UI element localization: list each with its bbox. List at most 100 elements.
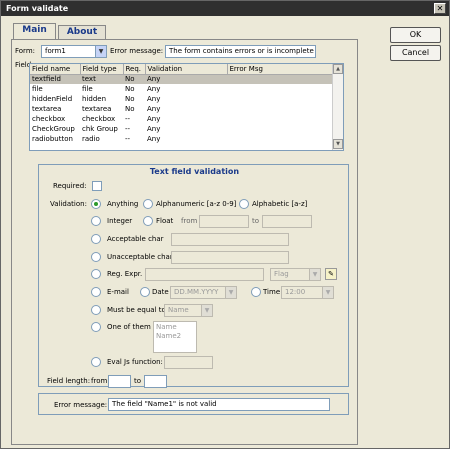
date-radio[interactable] bbox=[140, 287, 150, 297]
close-button[interactable]: ✕ bbox=[434, 3, 446, 14]
float-from-input[interactable] bbox=[199, 215, 249, 228]
field-length-to-input[interactable] bbox=[144, 375, 167, 388]
unacceptable-char-radio[interactable] bbox=[91, 252, 101, 262]
table-row[interactable]: checkbox checkbox -- Any bbox=[30, 114, 333, 124]
table-row[interactable]: file file No Any bbox=[30, 84, 333, 94]
field-length-from-label: from bbox=[91, 377, 108, 385]
grid-header: Field name Field type Req. Validation Er… bbox=[30, 64, 334, 75]
list-item[interactable]: Name bbox=[156, 323, 194, 332]
cell: text bbox=[80, 74, 123, 84]
field-length-from-input[interactable] bbox=[108, 375, 131, 388]
fields-grid: Field name Field type Req. Validation Er… bbox=[29, 63, 344, 151]
title-bar: Form validate ✕ bbox=[1, 1, 449, 16]
one-of-listbox[interactable]: Name Name2 bbox=[153, 321, 197, 353]
column-header[interactable]: Error Msg bbox=[227, 64, 334, 75]
cell: Any bbox=[147, 85, 161, 93]
regexp-builder-icon[interactable]: ✎ bbox=[325, 268, 337, 280]
acceptable-char-label: Acceptable char bbox=[107, 235, 164, 243]
integer-radio[interactable] bbox=[91, 216, 101, 226]
anything-label: Anything bbox=[107, 200, 139, 208]
alphabetic-radio[interactable] bbox=[239, 199, 249, 209]
field-error-input[interactable]: The field "Name1" is not valid bbox=[108, 398, 330, 411]
cell: Any bbox=[147, 135, 161, 143]
chevron-down-icon: ▼ bbox=[322, 287, 333, 298]
cell: checkbox bbox=[82, 115, 116, 123]
cell: textfield bbox=[30, 74, 80, 84]
acceptable-char-input[interactable] bbox=[171, 233, 289, 246]
integer-label: Integer bbox=[107, 217, 133, 225]
cell: textarea bbox=[82, 105, 112, 113]
flag-select[interactable]: Flag ▼ bbox=[270, 268, 321, 281]
equal-radio[interactable] bbox=[91, 305, 101, 315]
tab-main[interactable]: Main bbox=[13, 23, 56, 40]
cell: Any bbox=[147, 125, 161, 133]
table-row[interactable]: radiobutton radio -- Any bbox=[30, 134, 333, 144]
regexpr-label: Reg. Expr. bbox=[107, 270, 143, 278]
evaljs-input[interactable] bbox=[164, 356, 213, 369]
one-of-radio[interactable] bbox=[91, 322, 101, 332]
cell: No bbox=[125, 105, 135, 113]
flag-select-value: Flag bbox=[274, 270, 289, 278]
unacceptable-char-input[interactable] bbox=[171, 251, 289, 264]
unacceptable-char-label: Unacceptable char bbox=[107, 253, 173, 261]
time-radio[interactable] bbox=[251, 287, 261, 297]
anything-radio[interactable] bbox=[91, 199, 101, 209]
alphanumeric-label: Alphanumeric [a-z 0-9] bbox=[156, 200, 237, 208]
error-message-input[interactable]: The form contains errors or is incomplet… bbox=[165, 45, 316, 58]
form-select[interactable]: form1 ▼ bbox=[41, 45, 107, 58]
table-row[interactable]: hiddenField hidden No Any bbox=[30, 94, 333, 104]
equal-select[interactable]: Name ▼ bbox=[164, 304, 213, 317]
cell: radiobutton bbox=[32, 135, 73, 143]
cell: checkbox bbox=[32, 115, 66, 123]
error-message-label: Error message: bbox=[110, 47, 164, 55]
close-icon: ✕ bbox=[436, 4, 444, 13]
column-header[interactable]: Req. bbox=[123, 64, 146, 75]
cell: -- bbox=[125, 135, 131, 143]
table-row[interactable]: textarea textarea No Any bbox=[30, 104, 333, 114]
date-label: Date bbox=[152, 288, 169, 296]
scroll-up-icon[interactable]: ▲ bbox=[333, 64, 343, 74]
alphanumeric-radio[interactable] bbox=[143, 199, 153, 209]
cell bbox=[227, 74, 333, 84]
cell: hiddenField bbox=[32, 95, 73, 103]
date-format-value: DD.MM.YYYY bbox=[174, 288, 219, 296]
table-row[interactable]: textfield text No Any bbox=[30, 74, 333, 84]
required-label: Required: bbox=[53, 182, 87, 190]
ok-button[interactable]: OK bbox=[390, 27, 441, 43]
column-header[interactable]: Field type bbox=[80, 64, 124, 75]
group-title: Text field validation bbox=[149, 167, 240, 176]
time-format-select[interactable]: 12:00 ▼ bbox=[281, 286, 334, 299]
column-header[interactable]: Field name bbox=[30, 64, 81, 75]
required-checkbox[interactable] bbox=[92, 181, 102, 191]
field-length-label: Field length: bbox=[47, 377, 91, 385]
float-radio[interactable] bbox=[143, 216, 153, 226]
cell bbox=[227, 94, 333, 104]
email-radio[interactable] bbox=[91, 287, 101, 297]
evaljs-radio[interactable] bbox=[91, 357, 101, 367]
acceptable-char-radio[interactable] bbox=[91, 234, 101, 244]
table-row[interactable]: CheckGroup chk Group -- Any bbox=[30, 124, 333, 134]
cancel-button[interactable]: Cancel bbox=[390, 45, 441, 61]
cell bbox=[227, 124, 333, 134]
column-header[interactable]: Validation bbox=[145, 64, 228, 75]
grid-scrollbar[interactable]: ▲ ▼ bbox=[332, 64, 343, 150]
cell: Any bbox=[145, 74, 227, 84]
scroll-down-icon[interactable]: ▼ bbox=[333, 139, 343, 149]
cell: file bbox=[82, 85, 93, 93]
date-format-select[interactable]: DD.MM.YYYY ▼ bbox=[170, 286, 237, 299]
tab-about[interactable]: About bbox=[58, 25, 106, 39]
list-item[interactable]: Name2 bbox=[156, 332, 194, 341]
cell: hidden bbox=[82, 95, 107, 103]
float-to-input[interactable] bbox=[262, 215, 312, 228]
chevron-down-icon: ▼ bbox=[225, 287, 236, 298]
email-label: E-mail bbox=[107, 288, 129, 296]
one-of-label: One of them bbox=[107, 323, 151, 331]
regexpr-input[interactable] bbox=[145, 268, 264, 281]
float-from-label: from bbox=[181, 217, 198, 225]
cell: chk Group bbox=[82, 125, 118, 133]
form-label: Form: bbox=[15, 47, 35, 55]
regexpr-radio[interactable] bbox=[91, 269, 101, 279]
field-length-to-label: to bbox=[134, 377, 142, 385]
cell: -- bbox=[125, 125, 131, 133]
cell: No bbox=[123, 74, 145, 84]
